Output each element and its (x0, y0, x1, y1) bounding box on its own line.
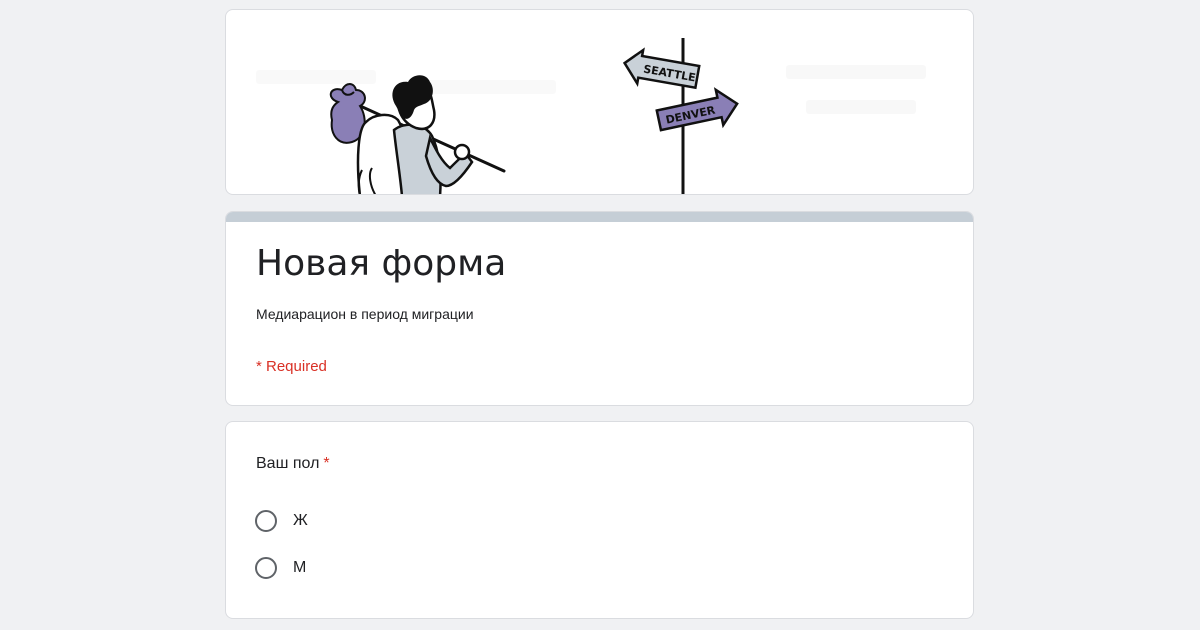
radio-option-m[interactable]: М (255, 556, 306, 580)
header-image-card: SEATTLE DENVER (225, 9, 974, 195)
question-card: Ваш пол * Ж М (225, 421, 974, 619)
denver-sign: DENVER (655, 87, 739, 132)
question-title: Ваш пол * (256, 454, 330, 474)
option-label: Ж (293, 512, 308, 529)
header-accent-bar (226, 212, 973, 222)
traveler-illustration: SEATTLE DENVER (256, 38, 926, 194)
radio-option-zh[interactable]: Ж (255, 509, 308, 533)
form-title: Новая форма (256, 243, 507, 284)
radio-button[interactable] (255, 510, 277, 532)
form-description: Медиарацион в период миграции (256, 306, 474, 322)
form-header-card: Новая форма Медиарацион в период миграци… (225, 211, 974, 406)
required-asterisk: * (323, 455, 330, 472)
seattle-sign: SEATTLE (622, 47, 701, 90)
required-note: * Required (256, 358, 327, 375)
option-label: М (293, 559, 307, 576)
question-title-text: Ваш пол (256, 455, 320, 472)
radio-button[interactable] (255, 557, 277, 579)
